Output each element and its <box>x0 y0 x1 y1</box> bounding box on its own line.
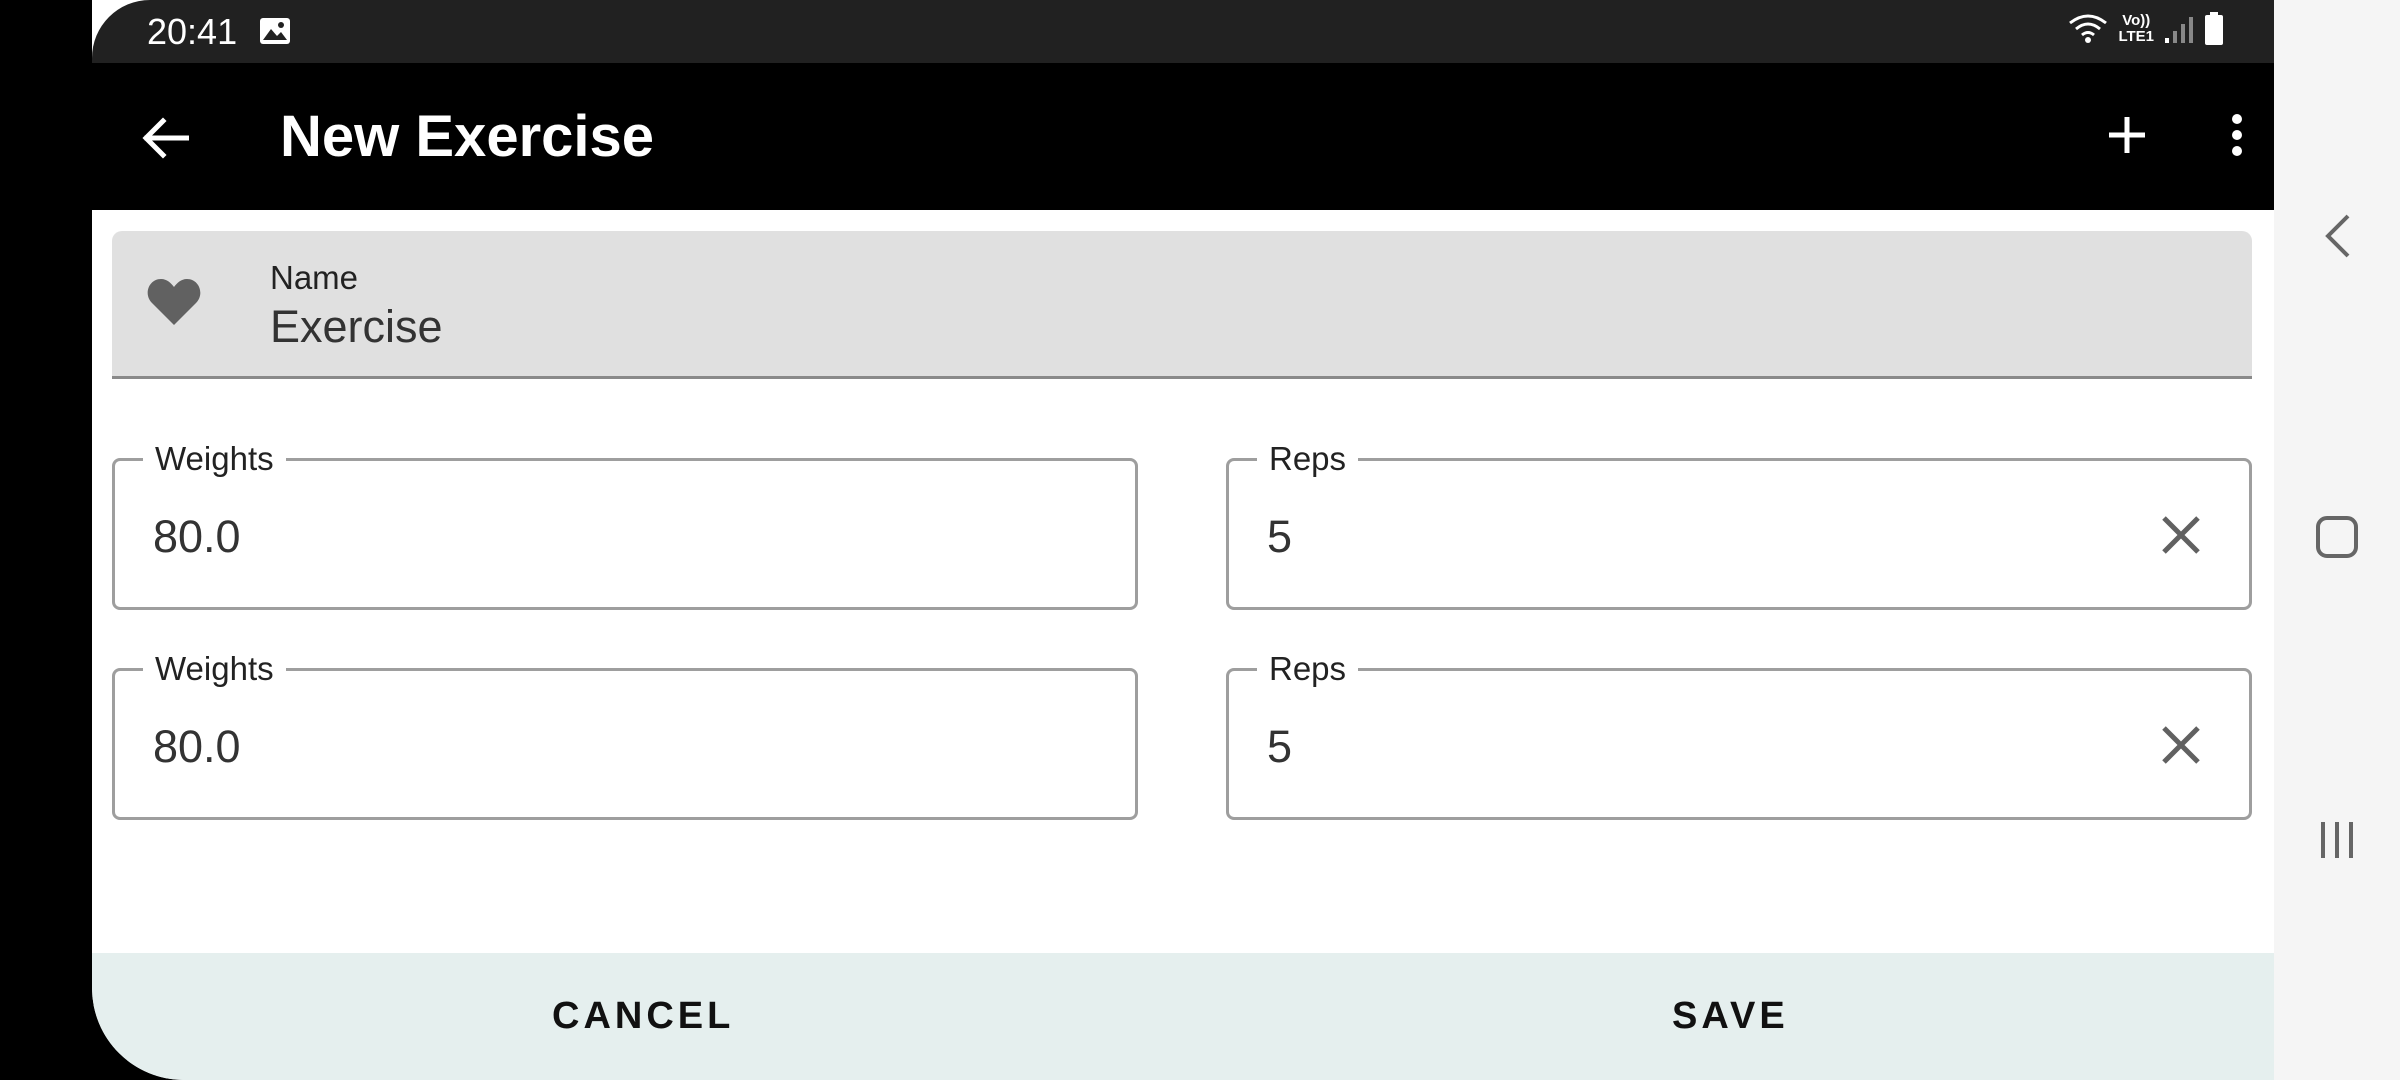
volte-label: Vo)) <box>2122 12 2151 29</box>
nav-home-button[interactable] <box>2274 515 2400 559</box>
dialog-actions: CANCEL SAVE <box>92 953 2274 1080</box>
save-button[interactable]: SAVE <box>1672 995 1789 1038</box>
nav-back-button[interactable] <box>2274 212 2400 260</box>
reps-label: Reps <box>1257 649 1359 689</box>
app-bar: New Exercise <box>92 63 2274 210</box>
reps-label: Reps <box>1257 439 1359 479</box>
back-button[interactable] <box>130 103 200 173</box>
nav-recents-button[interactable] <box>2274 818 2400 862</box>
battery-icon <box>2204 12 2224 46</box>
page-title: New Exercise <box>280 104 655 169</box>
image-icon <box>259 17 291 50</box>
name-label: Name <box>270 259 359 296</box>
recents-icon <box>2321 822 2353 858</box>
weights-input[interactable]: 80.0 <box>153 721 241 773</box>
heart-icon <box>146 277 202 332</box>
reps-input[interactable]: 5 <box>1267 511 1292 563</box>
more-options-button[interactable] <box>2212 100 2262 170</box>
square-icon <box>2316 516 2358 558</box>
chevron-left-icon <box>2325 214 2350 258</box>
weights-label: Weights <box>143 439 286 479</box>
signal-icon <box>2164 14 2194 44</box>
name-input[interactable]: Exercise <box>270 301 443 353</box>
weights-field-2[interactable]: Weights 80.0 <box>112 649 1138 820</box>
reps-field-1[interactable]: Reps 5 <box>1226 439 2252 610</box>
clear-icon[interactable] <box>2155 509 2207 561</box>
status-time: 20:41 <box>147 11 238 52</box>
system-nav-bar <box>2274 0 2400 1080</box>
app-screen: 20:41 Vo)) LTE1 New Exercise Name Exerci… <box>92 0 2274 1080</box>
reps-field-2[interactable]: Reps 5 <box>1226 649 2252 820</box>
weights-input[interactable]: 80.0 <box>153 511 241 563</box>
reps-input[interactable]: 5 <box>1267 721 1292 773</box>
name-field[interactable]: Name Exercise <box>112 231 2252 379</box>
status-indicators: Vo)) LTE1 <box>2068 12 2224 46</box>
wifi-icon <box>2068 13 2108 45</box>
status-bar: 20:41 Vo)) LTE1 <box>92 0 2274 63</box>
cancel-button[interactable]: CANCEL <box>552 995 734 1038</box>
plus-icon <box>2109 117 2145 153</box>
arrow-back-icon <box>142 117 189 159</box>
lte-label: LTE1 <box>2118 28 2154 45</box>
weights-label: Weights <box>143 649 286 689</box>
volte-indicator: Vo)) LTE1 <box>2118 13 2154 45</box>
add-button[interactable] <box>2092 100 2162 170</box>
clear-icon[interactable] <box>2155 719 2207 771</box>
more-vert-icon <box>2232 114 2242 156</box>
weights-field-1[interactable]: Weights 80.0 <box>112 439 1138 610</box>
